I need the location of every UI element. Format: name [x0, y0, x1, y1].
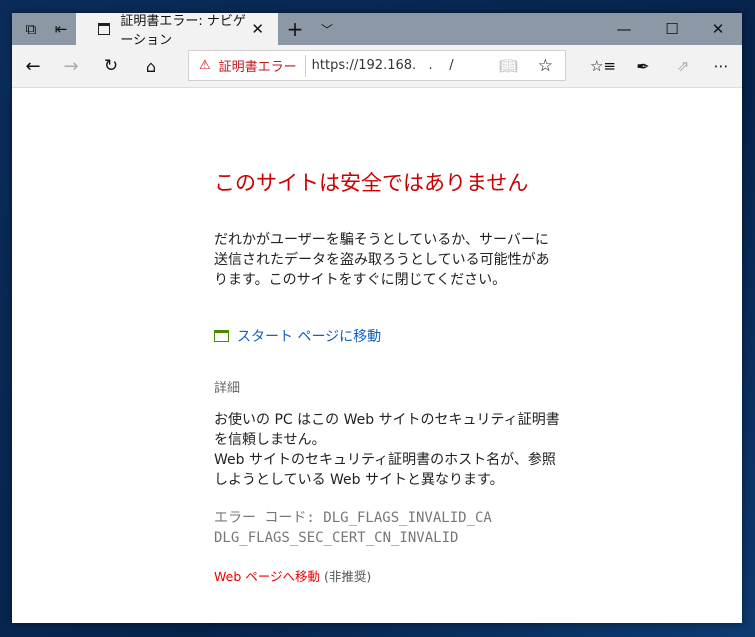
tab-title: 証明書エラー: ナビゲーション	[120, 14, 246, 48]
start-page-link[interactable]: スタート ページに移動	[214, 326, 381, 346]
warning-description: だれかがユーザーを騙そうとしているか、サーバーに送信されたデータを盗み取ろうとし…	[214, 232, 550, 288]
browser-page-icon	[214, 330, 229, 342]
not-recommended-note: (非推奨)	[323, 569, 372, 584]
page-icon	[98, 23, 111, 35]
reading-view-icon[interactable]: 📖︎	[499, 57, 518, 75]
tab-active[interactable]: 証明書エラー: ナビゲーション ✕	[76, 13, 278, 48]
error-code-line-1: エラー コード: DLG_FLAGS_INVALID_CA	[214, 510, 492, 526]
close-window-icon[interactable]: ✕	[698, 13, 738, 45]
chevron-down-icon[interactable]: ﹀	[312, 13, 342, 45]
share-icon[interactable]: ⇗	[668, 51, 698, 81]
set-aside-tabs-icon[interactable]: ⇤	[46, 13, 76, 45]
home-icon[interactable]: ⌂	[136, 51, 166, 81]
details-line-2: Web サイトのセキュリティ証明書のホスト名が、参照しようとしている Web サ…	[214, 452, 556, 488]
back-icon[interactable]: ←	[18, 51, 48, 81]
favorites-hub-icon[interactable]: ☆≡	[588, 51, 618, 81]
toolbar: ← → ↻ ⌂ ⚠ 証明書エラー https://192.168. . / 📖︎ …	[12, 45, 742, 88]
details-line-1: お使いの PC はこの Web サイトのセキュリティ証明書を信頼しません。	[214, 412, 560, 448]
favorite-star-icon[interactable]: ☆	[538, 56, 553, 76]
proceed-to-webpage-link[interactable]: Web ページへ移動	[214, 569, 320, 584]
url-text[interactable]: https://192.168. . /	[312, 58, 454, 73]
page-title: このサイトは安全ではありません	[214, 171, 529, 195]
address-bar[interactable]: ⚠ 証明書エラー https://192.168. . / 📖︎ ☆	[188, 50, 566, 81]
warning-icon: ⚠	[199, 58, 211, 73]
more-icon[interactable]: ⋯	[706, 51, 736, 81]
refresh-icon[interactable]: ↻	[96, 51, 126, 81]
new-tab-icon[interactable]: +	[280, 13, 310, 45]
browser-window: ⧉ ⇤ 証明書エラー: ナビゲーション ✕ + ﹀ — ☐ ✕ ← → ↻ ⌂ …	[12, 13, 742, 623]
title-bar: ⧉ ⇤ 証明書エラー: ナビゲーション ✕ + ﹀ — ☐ ✕	[12, 13, 742, 48]
forward-icon[interactable]: →	[56, 51, 86, 81]
page-content: このサイトは安全ではありません だれかがユーザーを騙そうとしているか、サーバーに…	[12, 88, 742, 623]
details-text: お使いの PC はこの Web サイトのセキュリティ証明書を信頼しません。 Web…	[214, 410, 564, 490]
error-code-line-2: DLG_FLAGS_SEC_CERT_CN_INVALID	[214, 530, 459, 546]
certificate-error-label[interactable]: 証明書エラー	[219, 56, 297, 75]
tab-manager-icon[interactable]: ⧉	[16, 13, 46, 45]
pen-icon[interactable]: ✒	[628, 51, 658, 81]
minimize-icon[interactable]: —	[604, 13, 644, 45]
details-heading: 詳細	[214, 381, 241, 396]
maximize-icon[interactable]: ☐	[652, 13, 692, 45]
close-tab-icon[interactable]: ✕	[251, 20, 264, 38]
start-page-link-label[interactable]: スタート ページに移動	[237, 326, 381, 346]
error-code: エラー コード: DLG_FLAGS_INVALID_CA DLG_FLAGS_S…	[214, 508, 492, 548]
